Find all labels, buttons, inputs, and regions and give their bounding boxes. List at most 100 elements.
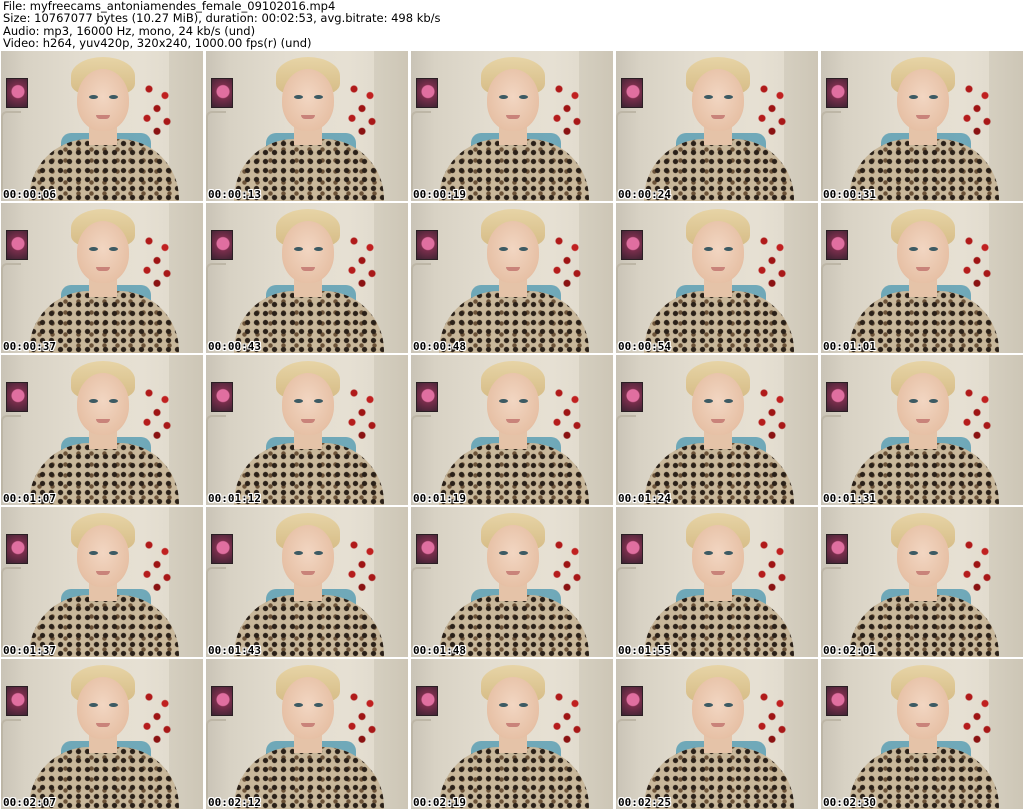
wall-picture [621, 686, 643, 716]
video-frame-thumbnail: 00:02:07 [1, 659, 203, 809]
right-eye [519, 247, 528, 251]
video-frame-thumbnail: 00:00:54 [616, 203, 818, 353]
face [897, 221, 949, 283]
mouth [96, 267, 110, 271]
background-chair [821, 415, 841, 499]
frame-timestamp: 00:00:06 [3, 188, 56, 201]
right-eye [929, 551, 938, 555]
left-eye [704, 703, 713, 707]
wall-picture [416, 230, 438, 260]
background-chair [821, 719, 841, 803]
red-berry-plant [547, 380, 587, 445]
left-eye [89, 399, 98, 403]
right-eye [724, 703, 733, 707]
video-frame-thumbnail: 00:02:25 [616, 659, 818, 809]
red-berry-plant [137, 228, 177, 293]
right-eye [724, 551, 733, 555]
face [487, 373, 539, 435]
right-eye [109, 703, 118, 707]
wall-picture [621, 534, 643, 564]
background-chair [206, 111, 226, 195]
mouth [301, 267, 315, 271]
frame-timestamp: 00:01:24 [618, 492, 671, 505]
face [487, 525, 539, 587]
wall-picture [416, 78, 438, 108]
video-frame-thumbnail: 00:01:37 [1, 507, 203, 657]
video-frame-thumbnail: 00:01:24 [616, 355, 818, 505]
mouth [711, 115, 725, 119]
right-eye [109, 399, 118, 403]
red-berry-plant [342, 228, 382, 293]
wall-picture [211, 382, 233, 412]
right-eye [109, 551, 118, 555]
face [897, 677, 949, 739]
left-eye [294, 399, 303, 403]
face [487, 677, 539, 739]
left-eye [499, 95, 508, 99]
face [692, 525, 744, 587]
red-berry-plant [957, 76, 997, 141]
video-frame-thumbnail: 00:01:01 [821, 203, 1023, 353]
left-eye [294, 95, 303, 99]
face [77, 677, 129, 739]
wall-picture [826, 382, 848, 412]
background-chair [616, 263, 636, 347]
red-berry-plant [752, 532, 792, 597]
video-frame-thumbnail: 00:02:01 [821, 507, 1023, 657]
mouth [916, 571, 930, 575]
video-frame-thumbnail: 00:01:31 [821, 355, 1023, 505]
frame-timestamp: 00:00:19 [413, 188, 466, 201]
wall-picture [211, 230, 233, 260]
red-berry-plant [957, 684, 997, 749]
left-eye [909, 95, 918, 99]
face [692, 373, 744, 435]
right-eye [929, 95, 938, 99]
mouth [301, 723, 315, 727]
mouth [916, 115, 930, 119]
left-eye [294, 703, 303, 707]
frame-timestamp: 00:01:31 [823, 492, 876, 505]
video-frame-thumbnail: 00:02:12 [206, 659, 408, 809]
mouth [711, 419, 725, 423]
face [692, 221, 744, 283]
mouth [301, 571, 315, 575]
background-chair [616, 111, 636, 195]
wall-picture [6, 78, 28, 108]
left-eye [499, 399, 508, 403]
frame-timestamp: 00:02:12 [208, 796, 261, 809]
mouth [506, 267, 520, 271]
frame-timestamp: 00:01:37 [3, 644, 56, 657]
wall-picture [621, 78, 643, 108]
background-chair [1, 719, 21, 803]
video-frame-thumbnail: 00:00:43 [206, 203, 408, 353]
red-berry-plant [752, 380, 792, 445]
frame-timestamp: 00:00:24 [618, 188, 671, 201]
red-berry-plant [752, 684, 792, 749]
video-frame-thumbnail: 00:01:19 [411, 355, 613, 505]
face [897, 525, 949, 587]
right-eye [519, 399, 528, 403]
background-chair [411, 567, 431, 651]
right-eye [314, 247, 323, 251]
left-eye [909, 703, 918, 707]
background-chair [206, 719, 226, 803]
right-eye [519, 551, 528, 555]
face [282, 677, 334, 739]
red-berry-plant [547, 76, 587, 141]
right-eye [109, 95, 118, 99]
red-berry-plant [547, 532, 587, 597]
video-frame-thumbnail: 00:02:30 [821, 659, 1023, 809]
right-eye [724, 399, 733, 403]
video-frame-thumbnail: 00:01:48 [411, 507, 613, 657]
left-eye [704, 247, 713, 251]
left-eye [499, 703, 508, 707]
background-chair [1, 263, 21, 347]
red-berry-plant [342, 684, 382, 749]
right-eye [314, 703, 323, 707]
mouth [916, 267, 930, 271]
face [692, 677, 744, 739]
wall-picture [621, 382, 643, 412]
left-eye [89, 703, 98, 707]
video-frame-thumbnail: 00:01:12 [206, 355, 408, 505]
wall-picture [826, 686, 848, 716]
